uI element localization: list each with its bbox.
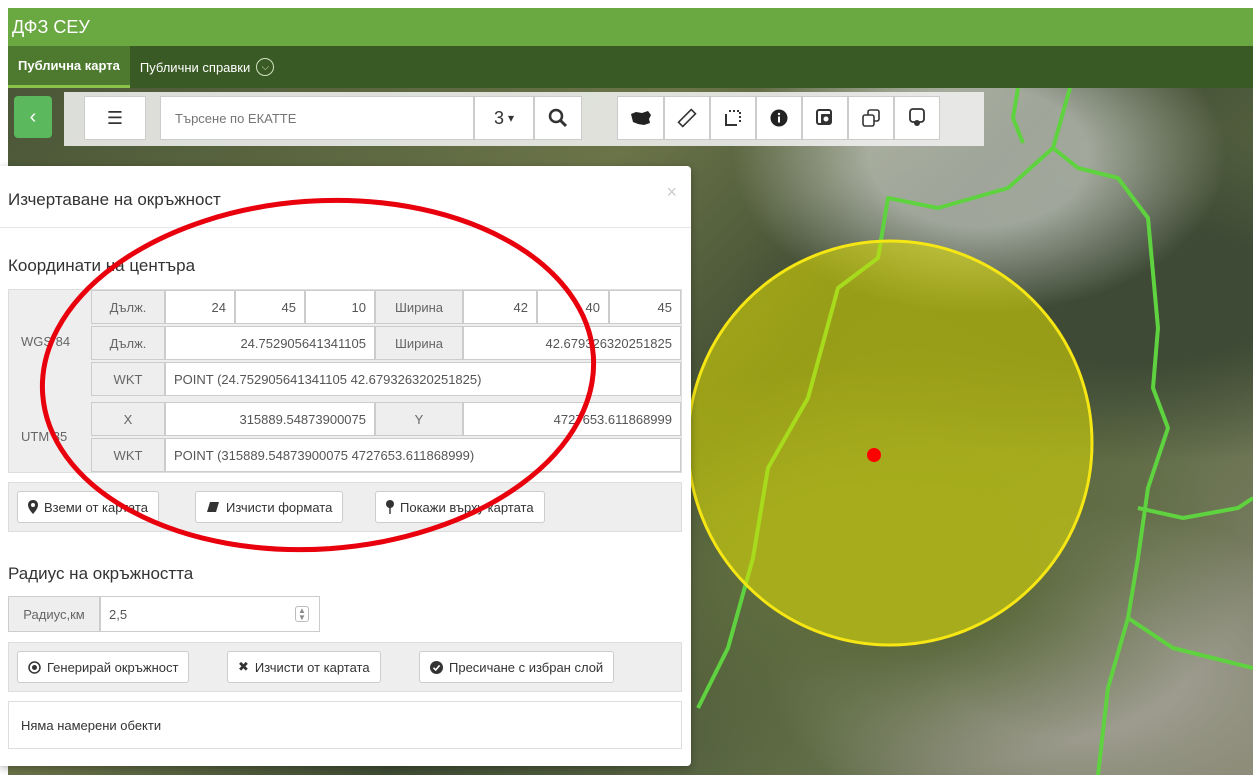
utm-x-input[interactable]: 315889.54873900075 [165, 402, 375, 436]
copy-button[interactable] [848, 96, 894, 140]
tab-public-map[interactable]: Публична карта [8, 46, 130, 88]
show-on-map-button[interactable]: Покажи върху картата [375, 491, 545, 523]
check-circle-icon [430, 660, 443, 674]
ekatte-search-input[interactable] [160, 96, 474, 140]
take-from-map-button[interactable]: Вземи от картата [17, 491, 159, 523]
utm35-label: UTM 35 [21, 429, 68, 444]
drawn-circle [686, 239, 1094, 647]
intersect-layer-button[interactable]: Пресичане с избран слой [419, 651, 615, 683]
dms-lat-min-input[interactable]: 40 [537, 290, 609, 324]
dms-lon-min-input[interactable]: 45 [235, 290, 305, 324]
dec-lat-input[interactable]: 42.679326320251825 [463, 326, 681, 360]
dec-lon-label: Дълж. [91, 326, 165, 360]
hamburger-icon: ☰ [106, 107, 124, 128]
measure-button[interactable] [664, 96, 710, 140]
dialog-header: Изчертаване на окръжност × [0, 166, 691, 228]
pin-icon [909, 108, 925, 126]
menu-button[interactable]: ☰ [84, 96, 146, 140]
tab-public-reports[interactable]: Публични справки ⌵ [130, 46, 284, 88]
dms-lat-label: Ширина [375, 290, 463, 324]
eraser-icon [207, 502, 219, 512]
dms-lon-sec-input[interactable]: 10 [305, 290, 375, 324]
clear-form-button[interactable]: Изчисти формата [195, 491, 344, 523]
circle-center-point [867, 448, 881, 462]
utm-wkt-label: WKT [91, 438, 165, 472]
layers-button[interactable] [802, 96, 848, 140]
copy-icon [862, 109, 880, 127]
wgs84-wkt-input[interactable]: POINT (24.752905641341105 42.67932632025… [165, 362, 681, 396]
center-actions: Вземи от картата Изчисти формата Покажи … [8, 482, 682, 532]
utm-y-input[interactable]: 4727653.611868999 [463, 402, 681, 436]
circle-dot-icon [28, 660, 41, 674]
search-button[interactable] [534, 96, 582, 140]
dec-lat-label: Ширина [375, 326, 463, 360]
radius-value: 2,5 [109, 606, 128, 622]
take-from-map-label: Вземи от картата [44, 499, 148, 515]
info-icon [770, 109, 788, 127]
caret-down-icon: ▾ [507, 111, 515, 125]
utm-y-label: Y [375, 402, 463, 436]
result-message: Няма намерени обекти [8, 701, 682, 749]
dialog-title: Изчертаване на окръжност [8, 190, 221, 209]
show-on-map-label: Покажи върху картата [400, 499, 534, 515]
wgs84-label: WGS 84 [21, 334, 71, 349]
info-button[interactable] [756, 96, 802, 140]
tab-public-reports-label: Публични справки [139, 59, 251, 75]
radius-input[interactable]: 2,5 ▲ ▼ [100, 596, 320, 632]
main-nav: Публична карта Публични справки ⌵ [8, 46, 1253, 88]
app-title: ДФЗ СЕУ [12, 16, 90, 37]
clear-map-label: Изчисти от картата [254, 659, 370, 675]
coordinates-form: WGS 84 UTM 35 Дълж. 24 45 10 Ширина 42 4… [8, 289, 682, 473]
radius-label: Радиус,км [8, 596, 100, 632]
dec-lon-input[interactable]: 24.752905641341105 [165, 326, 375, 360]
search-icon [548, 108, 568, 128]
clear-map-button[interactable]: ✖ Изчисти от картата [227, 651, 381, 683]
draw-circle-dialog: Изчертаване на окръжност × Координати на… [0, 166, 691, 766]
bulgaria-map-icon [630, 111, 651, 125]
generate-circle-label: Генерирай окръжност [47, 659, 179, 675]
ruler-icon [677, 108, 697, 128]
chevron-left-icon: ‹ [29, 105, 37, 128]
radius-input-group: Радиус,км 2,5 ▲ ▼ [8, 596, 682, 632]
crop-icon [725, 110, 741, 126]
close-icon[interactable]: × [666, 182, 677, 203]
spinner-icon[interactable]: ▲ ▼ [295, 606, 309, 622]
pushpin-icon [386, 500, 394, 514]
layers-icon [816, 109, 832, 125]
chevron-down-icon: ⌵ [256, 58, 275, 76]
utm-x-label: X [91, 402, 165, 436]
wgs84-wkt-label: WKT [91, 362, 165, 396]
generate-circle-button[interactable]: Генерирай окръжност [17, 651, 190, 683]
country-map-button[interactable] [617, 96, 664, 140]
dms-lat-deg-input[interactable]: 42 [463, 290, 537, 324]
dms-lon-label: Дълж. [91, 290, 165, 324]
clear-form-label: Изчисти формата [226, 499, 333, 515]
center-heading: Координати на центъра [8, 256, 196, 275]
map-marker-icon [28, 500, 38, 514]
dms-lon-deg-input[interactable]: 24 [165, 290, 235, 324]
app-title-bar: ДФЗ СЕУ [8, 8, 1253, 46]
tab-public-map-label: Публична карта [18, 58, 120, 73]
utm-wkt-input[interactable]: POINT (315889.54873900075 4727653.611868… [165, 438, 681, 472]
zoom-level-dropdown[interactable]: 3 ▾ [474, 96, 534, 140]
draw-area-button[interactable] [710, 96, 756, 140]
collapse-panel-button[interactable]: ‹ [14, 96, 52, 138]
radius-heading: Радиус на окръжността [8, 564, 194, 583]
zoom-level-value: 3 [493, 107, 504, 128]
intersect-layer-label: Пресичане с избран слой [449, 659, 604, 675]
radius-actions: Генерирай окръжност ✖ Изчисти от картата… [8, 642, 682, 692]
dms-lat-sec-input[interactable]: 45 [609, 290, 681, 324]
marker-button[interactable] [894, 96, 940, 140]
x-icon: ✖ [238, 659, 249, 674]
